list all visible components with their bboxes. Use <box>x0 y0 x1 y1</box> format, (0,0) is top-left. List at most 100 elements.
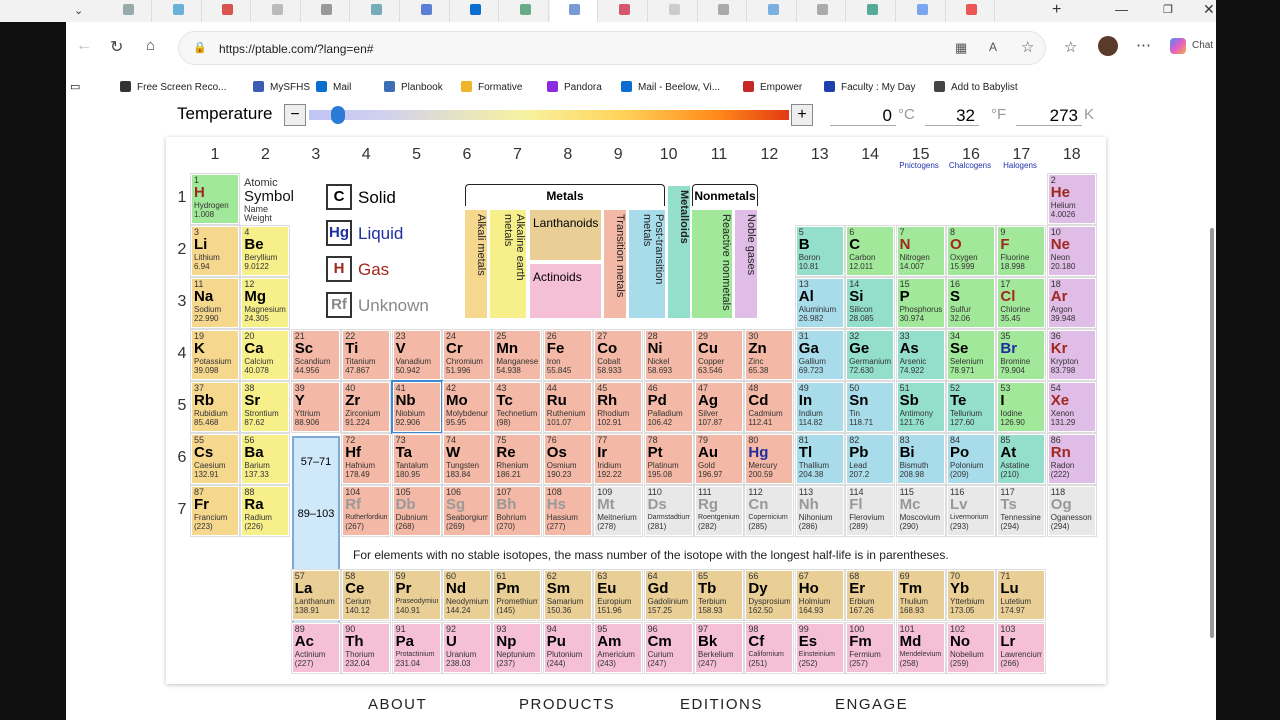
fahrenheit-input[interactable]: 32 <box>925 106 979 126</box>
element-cell[interactable]: 36 Kr Krypton 83.798 <box>1046 329 1097 381</box>
bookmark-item[interactable]: Planbook <box>384 81 443 93</box>
element-cell[interactable]: 97 Bk Berkelium (247) <box>694 621 744 674</box>
element-cell[interactable]: 85 At Astatine (210) <box>996 433 1047 485</box>
bookmark-item[interactable]: Add to Babylist <box>934 81 1018 93</box>
element-cell[interactable]: 73 Ta Tantalum 180.95 <box>391 433 442 485</box>
element-cell[interactable]: 39 Y Yttrium 88.906 <box>290 381 341 433</box>
bookmark-item[interactable]: Mail - Beelow, Vi... <box>621 81 720 93</box>
element-cell[interactable]: 63 Eu Europium 151.96 <box>593 569 644 621</box>
element-cell[interactable]: 94 Pu Plutonium (244) <box>542 621 593 674</box>
browser-tab[interactable] <box>848 0 896 22</box>
tab-list-chevron-icon[interactable]: ⌄ <box>74 4 83 17</box>
element-cell[interactable]: 16 S Sulfur 32.06 <box>946 277 996 329</box>
element-cell[interactable]: 57 La Lanthanum 138.91 <box>290 569 341 621</box>
element-cell[interactable]: 117 Ts Tennessine (294) <box>996 485 1047 537</box>
element-cell[interactable]: 69 Tm Thulium 168.93 <box>895 569 946 621</box>
temperature-minus-button[interactable]: − <box>284 104 306 126</box>
browser-tab[interactable] <box>154 0 202 22</box>
close-icon[interactable]: ✕ <box>1203 1 1215 18</box>
element-cell[interactable]: 93 Np Neptunium (237) <box>492 621 543 674</box>
category-alkali-metals[interactable]: Alkali metals <box>465 210 487 318</box>
element-cell[interactable]: 45 Rh Rhodium 102.91 <box>593 381 644 433</box>
element-cell[interactable]: 19 K Potassium 39.098 <box>190 329 240 381</box>
browser-tab[interactable] <box>798 0 847 22</box>
element-cell[interactable]: 113 Nh Nihonium (286) <box>794 485 845 537</box>
element-cell[interactable]: 112 Cn Copernicium (285) <box>744 485 795 537</box>
element-cell[interactable]: 15 P Phosphorus 30.974 <box>895 277 946 329</box>
state-label[interactable]: Solid <box>358 188 396 208</box>
element-cell[interactable]: 17 Cl Chlorine 35.45 <box>996 277 1047 329</box>
browser-tab[interactable] <box>898 0 946 22</box>
element-cell[interactable]: 31 Ga Gallium 69.723 <box>794 329 845 381</box>
celsius-input[interactable]: 0 <box>830 106 896 126</box>
element-cell[interactable]: 82 Pb Lead 207.2 <box>845 433 896 485</box>
element-cell[interactable]: 30 Zn Zinc 65.38 <box>744 329 795 381</box>
element-cell[interactable]: 83 Bi Bismuth 208.98 <box>895 433 946 485</box>
element-cell[interactable]: 42 Mo Molybdenum 95.95 <box>442 381 492 433</box>
element-cell[interactable]: 92 U Uranium 238.03 <box>442 621 492 674</box>
element-cell[interactable]: 54 Xe Xenon 131.29 <box>1046 381 1097 433</box>
category-metalloids[interactable]: Metalloids <box>668 186 690 318</box>
new-tab-icon[interactable]: + <box>1052 1 1061 19</box>
nonmetals-header[interactable]: Nonmetals <box>692 184 758 206</box>
browser-tab[interactable] <box>550 0 599 22</box>
element-cell[interactable]: 53 I Iodine 126.90 <box>996 381 1047 433</box>
temperature-slider-handle[interactable] <box>331 106 345 124</box>
element-cell[interactable]: 110 Ds Darmstadtium (281) <box>643 485 694 537</box>
element-cell[interactable]: 41 Nb Niobium 92.906 <box>390 380 443 434</box>
element-cell[interactable]: 14 Si Silicon 28.085 <box>845 277 896 329</box>
kelvin-input[interactable]: 273 <box>1016 106 1082 126</box>
element-cell[interactable]: 3 Li Lithium 6.94 <box>190 225 240 277</box>
bookmark-item[interactable]: Pandora <box>547 81 602 93</box>
temperature-slider[interactable] <box>309 106 789 124</box>
state-label[interactable]: Gas <box>358 260 389 280</box>
element-cell[interactable]: 28 Ni Nickel 58.693 <box>643 329 694 381</box>
element-cell[interactable]: 105 Db Dubnium (268) <box>391 485 442 537</box>
element-cell[interactable]: 118 Og Oganesson (294) <box>1046 485 1097 537</box>
favorites-icon[interactable]: ☆ <box>1064 38 1077 56</box>
element-cell[interactable]: 26 Fe Iron 55.845 <box>542 329 593 381</box>
element-cell[interactable]: 79 Au Gold 196.97 <box>694 433 744 485</box>
browser-tab[interactable] <box>501 0 549 22</box>
browser-tab[interactable] <box>302 0 351 22</box>
metals-header[interactable]: Metals <box>465 184 665 206</box>
element-cell[interactable]: 111 Rg Roentgenium (282) <box>694 485 744 537</box>
element-cell[interactable]: 4 Be Beryllium 9.0122 <box>240 225 291 277</box>
element-cell[interactable]: 8 O Oxygen 15.999 <box>946 225 996 277</box>
browser-tab[interactable] <box>253 0 301 22</box>
element-cell[interactable]: 67 Ho Holmium 164.93 <box>794 569 845 621</box>
element-cell[interactable]: 37 Rb Rubidium 85.468 <box>190 381 240 433</box>
copilot-icon[interactable] <box>1170 38 1186 54</box>
category-actinoids[interactable]: Actinoids <box>530 264 601 318</box>
bookmark-item[interactable]: Formative <box>461 81 522 93</box>
element-cell[interactable]: 108 Hs Hassium (277) <box>542 485 593 537</box>
browser-tab[interactable] <box>451 0 500 22</box>
element-cell[interactable]: 71 Lu Lutetium 174.97 <box>996 569 1047 621</box>
element-cell[interactable]: 56 Ba Barium 137.33 <box>240 433 291 485</box>
footer-editions[interactable]: EDITIONS <box>680 696 763 713</box>
element-cell[interactable]: 76 Os Osmium 190.23 <box>542 433 593 485</box>
element-cell[interactable]: 1 H Hydrogen 1.008 <box>190 173 240 225</box>
minimize-icon[interactable]: — <box>1115 2 1128 17</box>
footer-about[interactable]: ABOUT <box>368 696 427 713</box>
bookmark-item[interactable]: Empower <box>743 81 802 93</box>
element-cell[interactable]: 21 Sc Scandium 44.956 <box>290 329 341 381</box>
element-cell[interactable]: 106 Sg Seaborgium (269) <box>442 485 492 537</box>
element-cell[interactable]: 13 Al Aluminium 26.982 <box>794 277 845 329</box>
element-cell[interactable]: 23 V Vanadium 50.942 <box>391 329 442 381</box>
more-menu-icon[interactable]: ⋯ <box>1136 36 1151 54</box>
element-cell[interactable]: 38 Sr Strontium 87.62 <box>240 381 291 433</box>
element-cell[interactable]: 100 Fm Fermium (257) <box>845 621 896 674</box>
element-cell[interactable]: 86 Rn Radon (222) <box>1046 433 1097 485</box>
tablet-icon[interactable]: ▭ <box>70 80 80 93</box>
element-cell[interactable]: 84 Po Polonium (209) <box>946 433 996 485</box>
element-cell[interactable]: 80 Hg Mercury 200.59 <box>744 433 795 485</box>
browser-tab[interactable] <box>352 0 400 22</box>
element-cell[interactable]: 51 Sb Antimony 121.76 <box>895 381 946 433</box>
element-cell[interactable]: 48 Cd Cadmium 112.41 <box>744 381 795 433</box>
element-cell[interactable]: 96 Cm Curium (247) <box>643 621 694 674</box>
element-cell[interactable]: 52 Te Tellurium 127.60 <box>946 381 996 433</box>
browser-tab[interactable] <box>402 0 450 22</box>
element-cell[interactable]: 70 Yb Ytterbium 173.05 <box>946 569 996 621</box>
category-noble-gases[interactable]: Noble gases <box>735 210 757 318</box>
